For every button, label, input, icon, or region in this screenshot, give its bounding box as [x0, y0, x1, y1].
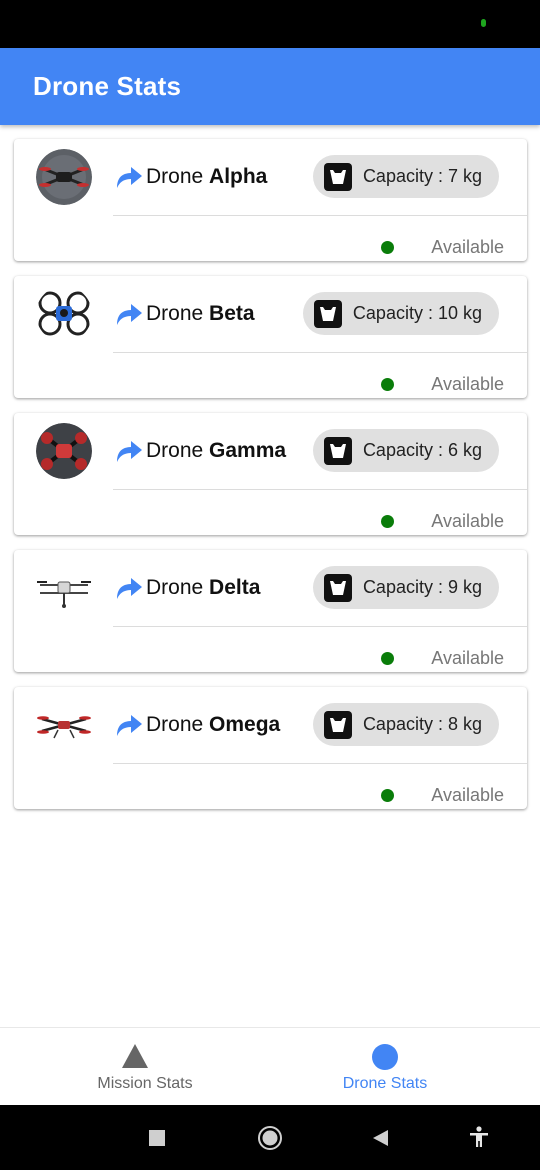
drone-list: Drone Alpha Capacity : 7 kg Available Dr… [14, 139, 527, 824]
drone-image [36, 697, 92, 753]
status-led-icon [481, 19, 486, 27]
drone-image [36, 560, 92, 616]
capacity-chip: Capacity : 6 kg [312, 429, 499, 472]
drone-image [36, 286, 92, 342]
drone-card[interactable]: Drone Omega Capacity : 8 kg Available [14, 687, 527, 809]
drone-image [36, 149, 92, 205]
forward-arrow-icon [117, 167, 142, 188]
divider [113, 352, 527, 353]
back-icon[interactable] [371, 1129, 389, 1147]
divider [113, 489, 527, 490]
system-navigation-bar [0, 1105, 540, 1170]
forward-arrow-icon [117, 441, 142, 462]
drone-name-prefix: Drone [146, 165, 210, 188]
status-dot-icon [381, 652, 394, 665]
weight-icon [323, 436, 352, 465]
weight-icon [323, 573, 352, 602]
drone-name-value: Delta [209, 576, 261, 599]
divider [113, 626, 527, 627]
tab-drone-stats[interactable]: Drone Stats [250, 1028, 520, 1106]
tab-label: Drone Stats [342, 1075, 428, 1092]
weight-icon [323, 710, 352, 739]
drone-name: Drone Beta [146, 302, 255, 326]
drone-name-value: Beta [209, 302, 255, 325]
status-text: Available [431, 237, 504, 257]
circle-icon [372, 1044, 398, 1070]
bottom-nav: Mission Stats Drone Stats [0, 1027, 540, 1106]
drone-card[interactable]: Drone Beta Capacity : 10 kg Available [14, 276, 527, 398]
capacity-chip: Capacity : 7 kg [312, 155, 499, 198]
page-title: Drone Stats [33, 71, 182, 101]
status-text: Available [431, 374, 504, 394]
drone-name-prefix: Drone [146, 302, 210, 325]
drone-card[interactable]: Drone Gamma Capacity : 6 kg Available [14, 413, 527, 535]
divider [113, 215, 527, 216]
triangle-icon [122, 1044, 148, 1068]
divider [113, 763, 527, 764]
drone-name-prefix: Drone [146, 576, 210, 599]
status-bar [0, 0, 540, 48]
drone-name: Drone Delta [146, 576, 260, 600]
drone-name-value: Alpha [209, 165, 268, 188]
weight-icon [323, 162, 352, 191]
capacity-label: Capacity : 10 kg [352, 303, 482, 323]
status-dot-icon [381, 378, 394, 391]
drone-name: Drone Alpha [146, 165, 267, 189]
recents-icon[interactable] [149, 1130, 165, 1146]
forward-arrow-icon [117, 578, 142, 599]
status-text: Available [431, 785, 504, 805]
capacity-chip: Capacity : 8 kg [312, 703, 499, 746]
drone-name-value: Gamma [209, 439, 287, 462]
capacity-label: Capacity : 7 kg [362, 166, 482, 186]
drone-image [36, 423, 92, 479]
drone-name-prefix: Drone [146, 439, 210, 462]
accessibility-icon[interactable] [469, 1126, 489, 1148]
forward-arrow-icon [117, 304, 142, 325]
status-text: Available [431, 511, 504, 531]
drone-card[interactable]: Drone Delta Capacity : 9 kg Available [14, 550, 527, 672]
drone-name: Drone Omega [146, 713, 280, 737]
capacity-label: Capacity : 6 kg [362, 440, 482, 460]
app-bar: Drone Stats [0, 48, 540, 125]
capacity-label: Capacity : 8 kg [362, 714, 482, 734]
status-dot-icon [381, 241, 394, 254]
capacity-chip: Capacity : 10 kg [302, 292, 499, 335]
home-icon[interactable] [257, 1125, 283, 1151]
forward-arrow-icon [117, 715, 142, 736]
status-dot-icon [381, 789, 394, 802]
capacity-label: Capacity : 9 kg [362, 577, 482, 597]
tab-label: Mission Stats [97, 1075, 193, 1092]
drone-card[interactable]: Drone Alpha Capacity : 7 kg Available [14, 139, 527, 261]
capacity-chip: Capacity : 9 kg [312, 566, 499, 609]
status-text: Available [431, 648, 504, 668]
status-dot-icon [381, 515, 394, 528]
weight-icon [313, 299, 342, 328]
drone-name-value: Omega [209, 713, 281, 736]
drone-name: Drone Gamma [146, 439, 286, 463]
drone-name-prefix: Drone [146, 713, 210, 736]
